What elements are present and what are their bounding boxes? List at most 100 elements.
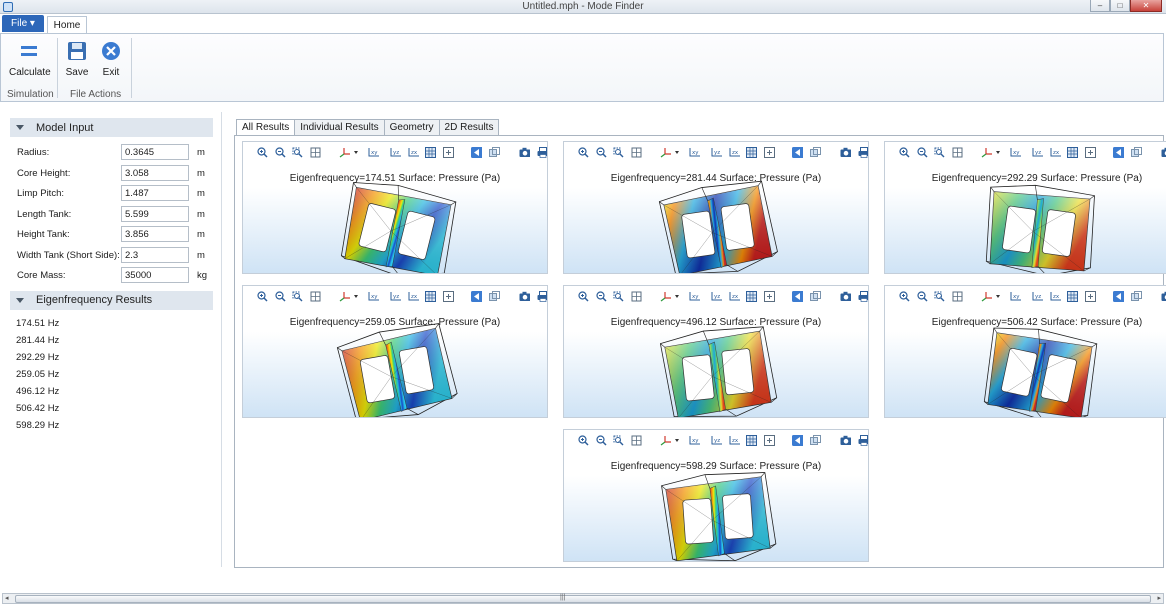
zoom-extents-icon[interactable]: [631, 291, 642, 302]
print-icon[interactable]: [858, 435, 868, 446]
mode-shape-surface[interactable]: [646, 464, 786, 561]
transparency-icon[interactable]: [489, 291, 500, 302]
xy-view-icon[interactable]: xy: [688, 147, 701, 158]
zoom-in-icon[interactable]: [899, 291, 910, 302]
axis-orientation-icon[interactable]: [660, 147, 680, 158]
yz-view-icon[interactable]: yz: [710, 147, 723, 158]
zx-view-icon[interactable]: zx: [407, 291, 420, 302]
result-plot-3[interactable]: xy yz zx Eigenfrequency=292.29 Surface: Pre…: [884, 141, 1166, 274]
limp-pitch-input[interactable]: 1.487: [121, 185, 189, 201]
axis-orientation-icon[interactable]: [339, 147, 359, 158]
print-icon[interactable]: [858, 291, 868, 302]
fit-view-icon[interactable]: [1085, 147, 1096, 158]
radius-input[interactable]: 0.3645: [121, 144, 189, 160]
maximize-button[interactable]: □: [1110, 0, 1130, 12]
camera-icon[interactable]: [840, 291, 851, 302]
zoom-out-icon[interactable]: [596, 291, 607, 302]
xy-view-icon[interactable]: xy: [1009, 147, 1022, 158]
zoom-box-icon[interactable]: [934, 291, 945, 302]
grid-view-icon[interactable]: [1067, 291, 1078, 302]
xy-view-icon[interactable]: xy: [367, 147, 380, 158]
result-plot-1[interactable]: xy yz zx Eigenfrequency=174.51 Surface: Pre…: [242, 141, 548, 274]
core-height-input[interactable]: 3.058: [121, 164, 189, 181]
zoom-extents-icon[interactable]: [952, 291, 963, 302]
zoom-extents-icon[interactable]: [310, 147, 321, 158]
zoom-box-icon[interactable]: [613, 291, 624, 302]
scene-light-icon[interactable]: [1113, 147, 1124, 158]
xy-view-icon[interactable]: xy: [688, 291, 701, 302]
result-plot-2[interactable]: xy yz zx Eigenfrequency=281.44 Surface: Pre…: [563, 141, 869, 274]
core-mass-input[interactable]: 35000: [121, 267, 189, 283]
yz-view-icon[interactable]: yz: [1031, 147, 1044, 158]
scroll-left-icon[interactable]: ◂: [5, 595, 9, 603]
scroll-right-icon[interactable]: ▸: [1157, 595, 1161, 603]
height-tank-input[interactable]: 3.856: [121, 226, 189, 242]
zoom-out-icon[interactable]: [917, 291, 928, 302]
model-input-header[interactable]: Model Input: [10, 118, 213, 137]
axis-orientation-icon[interactable]: [660, 435, 680, 446]
fit-view-icon[interactable]: [764, 291, 775, 302]
calculate-button[interactable]: Calculate: [9, 40, 51, 78]
grid-view-icon[interactable]: [425, 291, 436, 302]
axis-orientation-icon[interactable]: [339, 291, 359, 302]
zx-view-icon[interactable]: zx: [407, 147, 420, 158]
axis-orientation-icon[interactable]: [981, 147, 1001, 158]
xy-view-icon[interactable]: xy: [688, 435, 701, 446]
yz-view-icon[interactable]: yz: [710, 291, 723, 302]
zoom-box-icon[interactable]: [292, 147, 303, 158]
zoom-box-icon[interactable]: [613, 435, 624, 446]
exit-button[interactable]: Exit: [97, 40, 125, 78]
scene-light-icon[interactable]: [471, 147, 482, 158]
zoom-in-icon[interactable]: [257, 291, 268, 302]
zoom-box-icon[interactable]: [292, 291, 303, 302]
horizontal-scrollbar[interactable]: ◂ ||| ▸: [2, 593, 1164, 604]
zoom-out-icon[interactable]: [917, 147, 928, 158]
mode-shape-surface[interactable]: [646, 320, 786, 417]
camera-icon[interactable]: [840, 147, 851, 158]
mode-shape-surface[interactable]: [646, 176, 786, 273]
scene-light-icon[interactable]: [471, 291, 482, 302]
camera-icon[interactable]: [1161, 291, 1166, 302]
tab-geometry[interactable]: Geometry: [383, 119, 440, 136]
zx-view-icon[interactable]: zx: [1049, 291, 1062, 302]
scrollbar-thumb[interactable]: [15, 595, 1151, 603]
print-icon[interactable]: [537, 291, 547, 302]
scene-light-icon[interactable]: [792, 291, 803, 302]
transparency-icon[interactable]: [810, 291, 821, 302]
zoom-extents-icon[interactable]: [631, 435, 642, 446]
transparency-icon[interactable]: [489, 147, 500, 158]
result-plot-7[interactable]: xy yz zx Eigenfrequency=598.29 Surface: Pre…: [563, 429, 869, 562]
file-menu-button[interactable]: File ▾: [2, 15, 44, 32]
fit-view-icon[interactable]: [764, 435, 775, 446]
zoom-in-icon[interactable]: [899, 147, 910, 158]
mode-shape-surface[interactable]: [325, 320, 465, 417]
zoom-extents-icon[interactable]: [310, 291, 321, 302]
fit-view-icon[interactable]: [1085, 291, 1096, 302]
zoom-box-icon[interactable]: [934, 147, 945, 158]
result-plot-6[interactable]: xy yz zx Eigenfrequency=506.42 Surface: Pre…: [884, 285, 1166, 418]
camera-icon[interactable]: [519, 147, 530, 158]
fit-view-icon[interactable]: [443, 291, 454, 302]
scene-light-icon[interactable]: [792, 435, 803, 446]
fit-view-icon[interactable]: [443, 147, 454, 158]
grid-view-icon[interactable]: [746, 147, 757, 158]
zoom-out-icon[interactable]: [596, 435, 607, 446]
save-button[interactable]: Save: [63, 40, 91, 78]
axis-orientation-icon[interactable]: [981, 291, 1001, 302]
transparency-icon[interactable]: [1131, 291, 1142, 302]
minimize-button[interactable]: –: [1090, 0, 1110, 12]
grid-view-icon[interactable]: [425, 147, 436, 158]
print-icon[interactable]: [537, 147, 547, 158]
eigenfrequency-results-header[interactable]: Eigenfrequency Results: [10, 290, 213, 310]
result-plot-5[interactable]: xy yz zx Eigenfrequency=496.12 Surface: Pre…: [563, 285, 869, 418]
zx-view-icon[interactable]: zx: [728, 147, 741, 158]
zoom-extents-icon[interactable]: [952, 147, 963, 158]
axis-orientation-icon[interactable]: [660, 291, 680, 302]
zoom-in-icon[interactable]: [578, 147, 589, 158]
zoom-extents-icon[interactable]: [631, 147, 642, 158]
scene-light-icon[interactable]: [1113, 291, 1124, 302]
camera-icon[interactable]: [840, 435, 851, 446]
yz-view-icon[interactable]: yz: [389, 291, 402, 302]
transparency-icon[interactable]: [810, 435, 821, 446]
grid-view-icon[interactable]: [746, 435, 757, 446]
